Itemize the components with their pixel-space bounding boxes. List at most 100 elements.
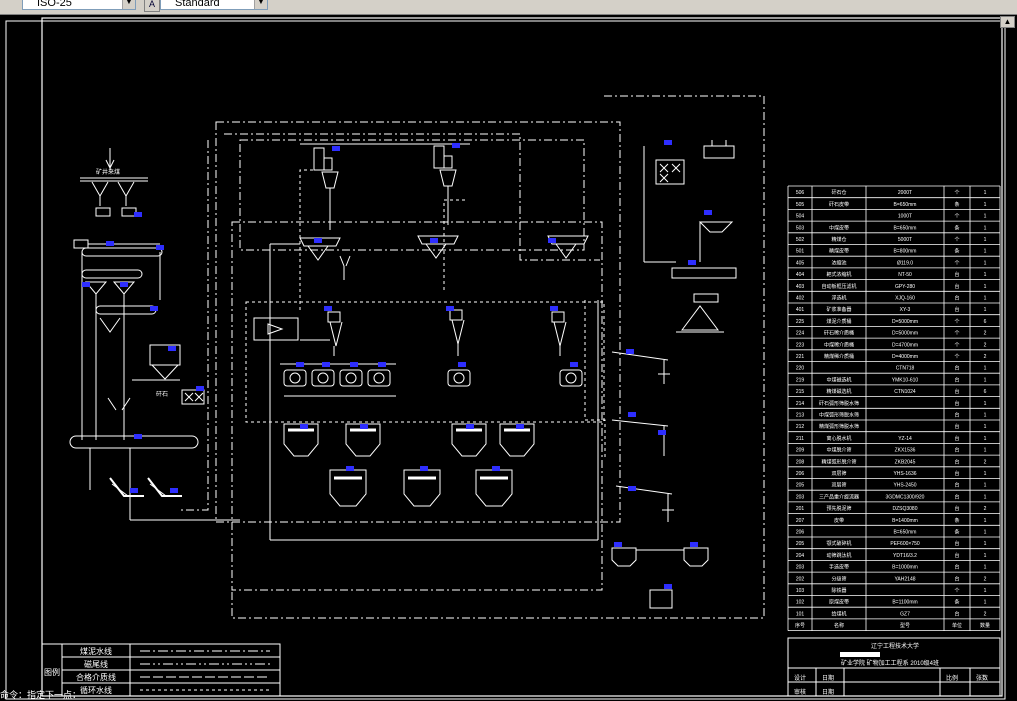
bom-cell: 1 bbox=[984, 190, 987, 196]
bom-cell: 207 bbox=[796, 518, 805, 524]
dense-medium-cyclones bbox=[327, 309, 567, 356]
bom-cell: YAH2148 bbox=[894, 576, 915, 582]
equipment-tag-marker bbox=[628, 412, 636, 417]
bom-cell: 个 bbox=[954, 331, 959, 337]
bom-cell: 1 bbox=[984, 296, 987, 302]
bom-cell: 403 bbox=[796, 284, 805, 290]
linetype-combo[interactable]: ISO-25 ▼ bbox=[22, 0, 136, 10]
bom-cell: 条 bbox=[954, 517, 959, 524]
bom-cell: 台 bbox=[954, 365, 959, 372]
redacted-block bbox=[840, 652, 880, 657]
bom-cell: 离心脱水机 bbox=[826, 435, 851, 442]
bom-cell: 1 bbox=[984, 471, 987, 477]
bom-cell: 203 bbox=[796, 494, 805, 500]
bom-cell: 台 bbox=[954, 423, 959, 430]
equipment-tag-marker bbox=[664, 140, 672, 145]
bom-cell: 1 bbox=[984, 424, 987, 430]
toolbar: ISO-25 ▼ A Standard ▼ bbox=[0, 0, 1017, 15]
magnetic-separator-row bbox=[280, 363, 583, 397]
bom-cell: 个 bbox=[954, 342, 959, 348]
bom-cell: 自动板框压滤机 bbox=[821, 283, 856, 290]
bom-cell: 精煤弧形筛脱水筛 bbox=[819, 423, 859, 430]
bom-cell: 405 bbox=[796, 260, 805, 266]
bom-cell: 矸石稀介质桶 bbox=[824, 330, 854, 337]
bom-cell: 211 bbox=[796, 436, 804, 442]
bom-cell: 个 bbox=[954, 260, 959, 266]
command-line[interactable]: 命令：指定下一点： bbox=[0, 690, 81, 701]
bom-cell: 206 bbox=[796, 471, 805, 477]
bom-cell: 台 bbox=[954, 447, 959, 454]
legend-item: 合格介质线 bbox=[76, 673, 116, 682]
clarified-water-tanks bbox=[611, 547, 709, 609]
bom-cell: 台 bbox=[954, 388, 959, 395]
drawing-viewport[interactable]: 矿井来煤 矸石 506 矸石仓 2000T 个 1 505 矸石皮带 B=650… bbox=[0, 15, 1017, 701]
bom-cell: 台 bbox=[954, 435, 959, 442]
bom-cell: 条 bbox=[954, 248, 959, 255]
text-style-combo[interactable]: Standard ▼ bbox=[160, 0, 268, 10]
bom-cell: 214 bbox=[796, 401, 805, 407]
bom-cell: 台 bbox=[954, 376, 959, 383]
bom-cell: 分级筛 bbox=[831, 575, 846, 582]
bom-cell: 205 bbox=[796, 541, 805, 547]
equipment-tag-marker bbox=[378, 362, 386, 367]
equipment-tag-marker bbox=[452, 143, 460, 148]
bom-cell: 101 bbox=[796, 611, 805, 617]
bom-cell: XJQ-160 bbox=[895, 296, 915, 302]
equipment-tag-marker bbox=[516, 424, 524, 429]
bom-cell: 2000T bbox=[898, 190, 912, 196]
bom-cell: B=1100mm bbox=[892, 600, 917, 606]
bom-cell: 213 bbox=[796, 413, 805, 419]
bom-cell: 台 bbox=[954, 458, 959, 465]
viewport-scroll-up[interactable]: ▲ bbox=[1000, 16, 1015, 28]
bom-cell: 6 bbox=[984, 389, 987, 395]
bom-cell: YHS-1636 bbox=[893, 471, 916, 477]
bom-cell: 台 bbox=[954, 295, 959, 302]
bom-cell: 503 bbox=[796, 225, 805, 231]
bom-cell: PEF600×750 bbox=[890, 541, 920, 547]
bom-cell: 1 bbox=[984, 553, 987, 559]
bom-cell: 台 bbox=[954, 505, 959, 512]
bom-cell: 3GDMC1300/920 bbox=[886, 494, 925, 500]
title-cell: 设计 bbox=[794, 676, 807, 682]
bom-cell: 208 bbox=[796, 459, 805, 465]
bom-cell: YHS-2450 bbox=[893, 483, 916, 489]
bom-cell: 矿浆准备器 bbox=[826, 306, 851, 313]
bom-cell: 401 bbox=[796, 307, 805, 313]
equipment-tag-marker bbox=[430, 238, 438, 243]
equipment-tag-marker bbox=[466, 424, 474, 429]
bom-cell: 215 bbox=[796, 389, 805, 395]
bom-cell: 1 bbox=[984, 530, 987, 536]
bom-cell: 2 bbox=[984, 342, 987, 348]
equipment-tag-marker bbox=[626, 349, 634, 354]
cad-drawing-canvas[interactable]: 矿井来煤 矸石 506 矸石仓 2000T 个 1505 矸石皮带 B=650m… bbox=[0, 15, 1017, 701]
feed-label: 矿井来煤 bbox=[96, 168, 120, 176]
bom-cell: 102 bbox=[796, 600, 805, 606]
bom-cell: 矸石皮带 bbox=[829, 201, 849, 208]
legend-item: 煤泥水线 bbox=[80, 647, 112, 656]
bom-cell: 1 bbox=[984, 483, 987, 489]
equipment-tag-marker bbox=[296, 362, 304, 367]
equipment-tag-marker bbox=[82, 282, 90, 287]
chevron-down-icon[interactable]: ▼ bbox=[122, 0, 135, 9]
bom-cell: 1 bbox=[984, 225, 987, 231]
screen-row bbox=[253, 235, 589, 420]
bom-cell: 6 bbox=[984, 319, 987, 325]
chevron-down-icon[interactable]: ▼ bbox=[254, 0, 267, 9]
bom-cell: 205 bbox=[796, 483, 805, 489]
bom-cell: 2 bbox=[984, 506, 987, 512]
bom-cell: 双层筛 bbox=[831, 482, 846, 489]
text-style-icon[interactable]: A bbox=[144, 0, 160, 12]
equipment-tag-marker bbox=[134, 212, 142, 217]
equipment-tag-marker bbox=[492, 466, 500, 471]
bom-cell: 220 bbox=[796, 366, 805, 372]
bom-cell: 206 bbox=[796, 530, 805, 536]
bom-cell: B=650mm bbox=[894, 225, 917, 231]
bom-cell: 台 bbox=[954, 575, 959, 582]
bom-header-cell: 型号 bbox=[900, 622, 910, 629]
bom-cell: D=5000mm bbox=[892, 331, 918, 337]
bom-cell: GZ7 bbox=[900, 611, 910, 617]
bom-header-cell: 序号 bbox=[795, 622, 805, 629]
title-cells-row2: 审核 日期 bbox=[788, 685, 1000, 699]
bom-cell: 个 bbox=[954, 354, 959, 360]
equipment-tag-marker bbox=[332, 146, 340, 151]
